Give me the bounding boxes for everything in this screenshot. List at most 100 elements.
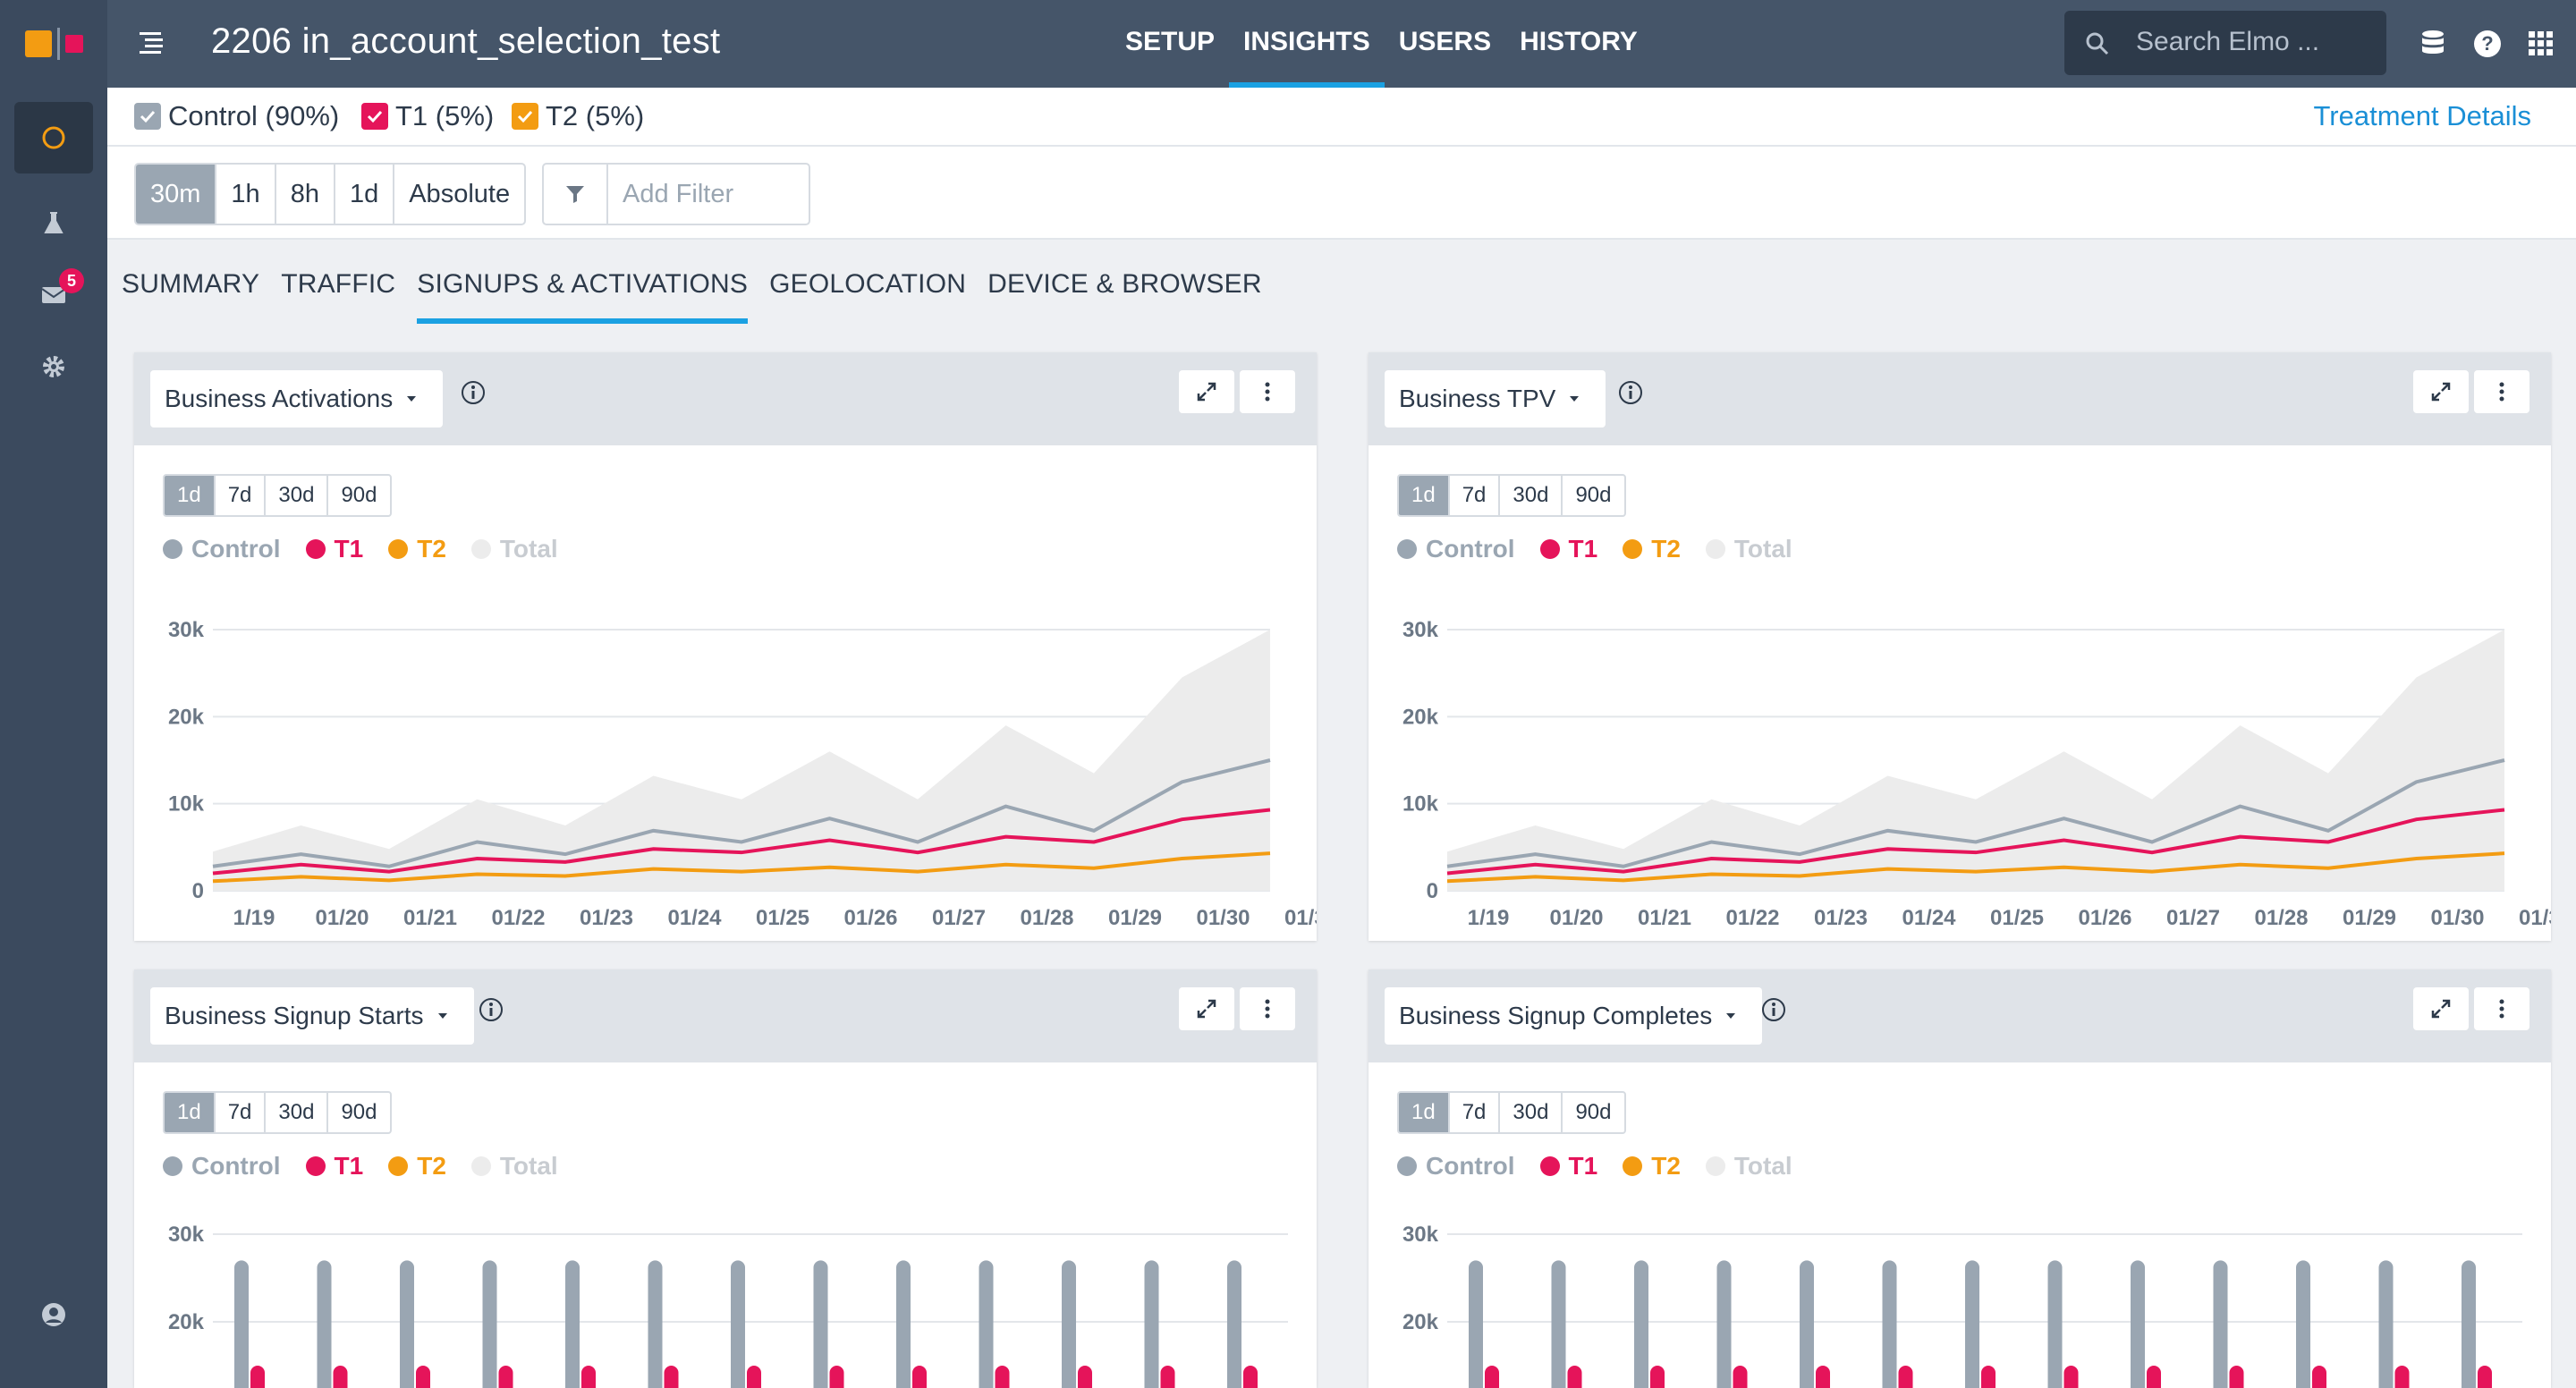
period-90d[interactable]: 90d — [1563, 1093, 1623, 1132]
x-tick-label: 01/25 — [756, 906, 809, 925]
apps-grid-icon[interactable] — [2528, 30, 2555, 57]
x-tick-label: 01/27 — [932, 906, 986, 925]
bar-control — [1634, 1260, 1648, 1388]
range-30m[interactable]: 30m — [136, 165, 217, 224]
add-filter-input[interactable]: Add Filter — [542, 163, 810, 225]
metric-dropdown[interactable]: Business TPV — [1385, 370, 1606, 427]
nav-history[interactable]: HISTORY — [1505, 0, 1652, 88]
legend-control[interactable]: Control — [1397, 1152, 1515, 1181]
legend-control[interactable]: Control — [163, 1152, 281, 1181]
legend-t2[interactable]: T2 — [1623, 1152, 1681, 1181]
legend-t1[interactable]: T1 — [1539, 535, 1597, 563]
metric-dropdown[interactable]: Business Signup Starts — [150, 987, 474, 1045]
bar-control — [1551, 1260, 1566, 1388]
legend-total[interactable]: Total — [1705, 1152, 1792, 1181]
info-icon[interactable] — [1617, 379, 1644, 406]
more-options-button[interactable] — [1240, 987, 1295, 1030]
metric-dropdown[interactable]: Business Activations — [150, 370, 444, 427]
period-90d[interactable]: 90d — [328, 476, 389, 515]
tab-summary[interactable]: SUMMARY — [122, 240, 259, 322]
search-input[interactable]: Search Elmo ... — [2064, 11, 2386, 75]
legend-t2[interactable]: T2 — [388, 1152, 446, 1181]
chart-card-business-activations: Business Activations 1d 7d 30d 90d Contr… — [134, 352, 1317, 941]
rail-inbox-button[interactable]: 5 — [14, 259, 93, 331]
bar-t1 — [1243, 1366, 1258, 1388]
info-icon[interactable] — [478, 996, 504, 1023]
expand-button[interactable] — [1179, 370, 1234, 413]
period-1d[interactable]: 1d — [1399, 476, 1450, 515]
app-logo[interactable] — [0, 0, 107, 88]
period-30d[interactable]: 30d — [266, 1093, 329, 1132]
period-90d[interactable]: 90d — [328, 1093, 389, 1132]
tab-geolocation[interactable]: GEOLOCATION — [769, 240, 966, 322]
period-30d[interactable]: 30d — [266, 476, 329, 515]
tab-traffic[interactable]: TRAFFIC — [281, 240, 395, 322]
rail-experiments-button[interactable] — [14, 102, 93, 174]
help-icon[interactable]: ? — [2472, 29, 2503, 59]
treatment-details-link[interactable]: Treatment Details — [2314, 100, 2532, 132]
expand-button[interactable] — [1179, 987, 1234, 1030]
variant-t2-toggle[interactable]: T2 (5%) — [512, 100, 644, 132]
legend-t2[interactable]: T2 — [1623, 535, 1681, 563]
more-options-button[interactable] — [1240, 370, 1295, 413]
period-1d[interactable]: 1d — [1399, 1093, 1450, 1132]
legend-total[interactable]: Total — [1705, 535, 1792, 563]
x-tick-label: 01/30 — [1196, 906, 1250, 925]
chart-legend: Control T1 T2 Total — [1397, 1152, 1792, 1181]
legend-total[interactable]: Total — [470, 1152, 558, 1181]
bar-t1 — [2063, 1366, 2079, 1388]
period-7d[interactable]: 7d — [1450, 1093, 1501, 1132]
legend-control[interactable]: Control — [163, 535, 281, 563]
period-1d[interactable]: 1d — [165, 1093, 216, 1132]
range-1d[interactable]: 1d — [335, 165, 395, 224]
bar-control — [1227, 1260, 1241, 1388]
gear-icon — [43, 356, 64, 377]
period-1d[interactable]: 1d — [165, 476, 216, 515]
legend-t1[interactable]: T1 — [1539, 1152, 1597, 1181]
legend-t1[interactable]: T1 — [305, 535, 363, 563]
kebab-menu-icon — [1265, 382, 1270, 402]
caret-down-icon — [1570, 396, 1580, 402]
legend-t2[interactable]: T2 — [388, 535, 446, 563]
more-options-button[interactable] — [2474, 370, 2529, 413]
nav-setup[interactable]: SETUP — [1111, 0, 1229, 88]
variant-control-toggle[interactable]: Control (90%) — [134, 100, 339, 132]
variant-t1-label: T1 (5%) — [395, 100, 495, 131]
info-icon[interactable] — [1760, 996, 1787, 1023]
x-tick-label: 01/22 — [1725, 906, 1779, 925]
filter-button[interactable] — [544, 165, 608, 224]
database-icon[interactable] — [2419, 29, 2447, 59]
legend-t1[interactable]: T1 — [305, 1152, 363, 1181]
more-options-button[interactable] — [2474, 987, 2529, 1030]
period-30d[interactable]: 30d — [1500, 476, 1563, 515]
period-selector: 1d 7d 30d 90d — [163, 474, 392, 517]
nav-users[interactable]: USERS — [1385, 0, 1505, 88]
bar-control — [2213, 1260, 2228, 1388]
tab-device-browser[interactable]: DEVICE & BROWSER — [987, 240, 1262, 322]
period-7d[interactable]: 7d — [216, 1093, 267, 1132]
bar-control — [2462, 1260, 2476, 1388]
legend-total[interactable]: Total — [470, 535, 558, 563]
period-7d[interactable]: 7d — [216, 476, 267, 515]
metric-title: Business Signup Starts — [165, 1002, 424, 1029]
period-90d[interactable]: 90d — [1563, 476, 1623, 515]
tab-signups-activations[interactable]: SIGNUPS & ACTIVATIONS — [417, 240, 748, 324]
period-7d[interactable]: 7d — [1450, 476, 1501, 515]
range-absolute[interactable]: Absolute — [394, 165, 524, 224]
variant-t1-toggle[interactable]: T1 (5%) — [361, 100, 494, 132]
expand-button[interactable] — [2413, 987, 2469, 1030]
rail-settings-button[interactable] — [14, 331, 93, 402]
range-8h[interactable]: 8h — [276, 165, 335, 224]
bar-control — [1469, 1260, 1483, 1388]
period-30d[interactable]: 30d — [1500, 1093, 1563, 1132]
rail-lab-button[interactable] — [14, 188, 93, 259]
legend-control[interactable]: Control — [1397, 535, 1515, 563]
time-range-selector: 30m 1h 8h 1d Absolute — [134, 163, 527, 225]
info-icon[interactable] — [460, 379, 487, 406]
nav-insights[interactable]: INSIGHTS — [1229, 0, 1385, 88]
metric-dropdown[interactable]: Business Signup Completes — [1385, 987, 1763, 1045]
range-1h[interactable]: 1h — [216, 165, 276, 224]
menu-icon[interactable] — [138, 29, 168, 57]
expand-button[interactable] — [2413, 370, 2469, 413]
rail-profile-button[interactable] — [14, 1279, 93, 1350]
